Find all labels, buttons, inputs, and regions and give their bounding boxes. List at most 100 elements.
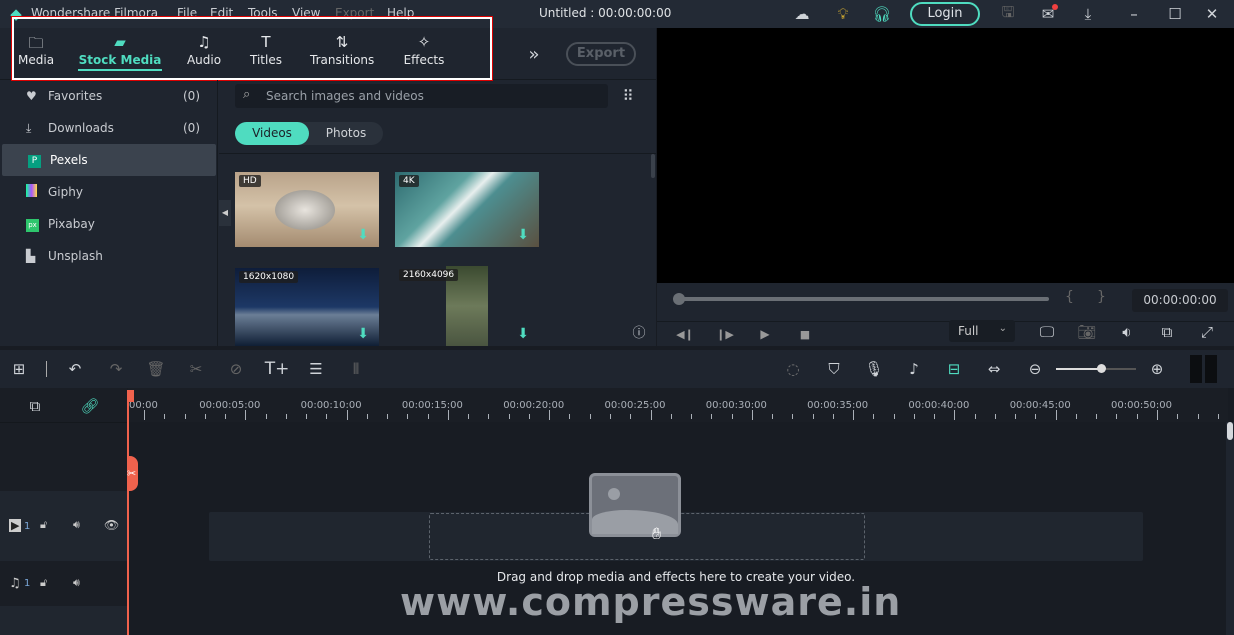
redo-icon[interactable]: ↷ — [106, 359, 126, 379]
ruler-tick — [569, 414, 571, 419]
stock-sidebar: ♥ Favorites (0) ⤓ Downloads (0) P Pexels Giph… — [0, 80, 218, 346]
favorites-count: (0) — [183, 89, 200, 103]
timeline-scrollbar[interactable] — [1226, 422, 1234, 635]
previous-frame-icon[interactable]: ◀❙ — [675, 323, 695, 345]
mute-icon[interactable]: 🔊︎ — [73, 518, 80, 532]
layout-icon[interactable]: ⊞ — [9, 359, 29, 379]
audio-mixer-icon[interactable]: ♪ — [904, 359, 924, 379]
quality-value: Full — [958, 324, 979, 338]
timecode-display: 00:00:00:00 — [1132, 289, 1228, 312]
tab-audio[interactable]: ♫ Audio — [184, 33, 224, 67]
login-button[interactable]: Login — [910, 2, 980, 26]
videos-toggle[interactable]: Videos — [235, 122, 309, 145]
panel-toggle-right[interactable] — [1205, 355, 1217, 383]
snapshot-camera-icon[interactable]: 📷︎ — [1077, 321, 1097, 343]
sidebar-item-label: Downloads — [48, 121, 114, 135]
sidebar-item-giphy[interactable]: Giphy — [0, 176, 216, 208]
headset-icon[interactable]: 🎧︎ — [872, 4, 892, 24]
stock-video-thumbnail[interactable]: HD ⬇ — [235, 172, 379, 247]
adjust-icon[interactable]: ☰ — [306, 359, 326, 379]
mail-icon[interactable]: ✉ — [1038, 4, 1058, 24]
add-track-icon[interactable]: ⧉ — [25, 396, 45, 416]
save-icon[interactable]: 🖫 — [998, 3, 1018, 24]
display-settings-icon[interactable]: 🖵 — [1037, 321, 1057, 343]
next-frame-icon[interactable]: ❙▶ — [715, 323, 735, 345]
tab-transitions[interactable]: ⇅ Transitions — [310, 33, 374, 67]
play-icon[interactable]: ▶ — [755, 323, 775, 345]
sidebar-item-favorites[interactable]: ♥ Favorites (0) — [0, 80, 216, 112]
sidebar-item-pixabay[interactable]: px Pixabay — [0, 208, 216, 240]
tab-stock-media[interactable]: ▰ Stock Media — [78, 33, 162, 71]
eye-icon[interactable]: 👁︎ — [104, 518, 119, 532]
tab-titles[interactable]: T Titles — [246, 33, 286, 67]
audio-waveform-icon[interactable]: ⦀ — [346, 359, 366, 379]
undo-icon[interactable]: ↶ — [65, 359, 85, 379]
delete-icon[interactable]: 🗑︎ — [146, 359, 166, 379]
search-input[interactable]: ⌕ Search images and videos — [235, 84, 608, 108]
minimize-icon[interactable]: – — [1124, 4, 1144, 24]
ruler-tick — [245, 410, 247, 420]
microphone-icon[interactable]: 🎙︎ — [864, 359, 884, 379]
render-preview-icon[interactable]: ◌ — [783, 359, 803, 379]
pip-layout-icon[interactable]: ⧉ — [1157, 321, 1177, 343]
playback-progress-slider[interactable] — [677, 297, 1049, 301]
marker-icon[interactable]: ⛉ — [824, 359, 844, 379]
timeline-ruler[interactable]: 00:00 00:00:05:00 00:00:10:00 00:00:15:00 00… — [128, 388, 1228, 422]
ruler-tick — [1015, 414, 1017, 419]
ruler-tick — [812, 414, 814, 419]
zoom-slider[interactable] — [1056, 368, 1136, 370]
fullscreen-icon[interactable]: ⤢ — [1197, 321, 1217, 343]
panel-toggle-left[interactable] — [1190, 355, 1202, 383]
download-arrow-icon[interactable]: ⬇ — [357, 326, 369, 342]
download-update-icon[interactable]: ⤓ — [1078, 4, 1098, 24]
sidebar-item-downloads[interactable]: ⤓ Downloads (0) — [0, 112, 216, 144]
more-tabs-icon[interactable]: » — [524, 42, 544, 66]
ruler-tick — [832, 414, 834, 419]
link-icon[interactable]: 🔗︎ — [80, 396, 100, 416]
zoom-out-icon[interactable]: ⊖ — [1025, 359, 1045, 379]
volume-icon[interactable]: 🔉︎ — [1117, 321, 1137, 343]
stock-video-thumbnail[interactable]: 1620x1080 ⬇ — [235, 268, 379, 346]
sidebar-item-pexels[interactable]: P Pexels — [2, 144, 216, 176]
lightbulb-icon[interactable]: 💡︎ — [833, 4, 853, 24]
stock-video-thumbnail[interactable]: 2160x4096 ⬇ — [395, 266, 539, 346]
download-arrow-icon[interactable]: ⬇ — [517, 326, 529, 342]
ruler-tick — [1096, 414, 1098, 419]
add-text-icon[interactable]: T+ — [265, 359, 290, 379]
snap-icon[interactable]: ⊟ — [943, 359, 965, 379]
grid-view-icon[interactable]: ⠿ — [618, 86, 638, 106]
mark-in-icon[interactable]: { — [1065, 289, 1074, 305]
tag-icon[interactable]: ⊘ — [226, 359, 246, 379]
unsplash-icon: ▙ — [26, 249, 36, 263]
download-arrow-icon[interactable]: ⬇ — [517, 227, 529, 243]
ruler-tick — [1035, 414, 1037, 419]
mark-out-icon[interactable]: } — [1097, 289, 1106, 305]
fit-timeline-icon[interactable]: ⇔ — [983, 359, 1005, 379]
collapse-sidebar-button[interactable]: ◀ — [219, 200, 231, 226]
ruler-tick — [630, 414, 632, 419]
maximize-icon[interactable]: ☐ — [1165, 4, 1185, 24]
playhead-handle[interactable] — [127, 390, 134, 402]
export-button[interactable]: Export — [566, 42, 636, 66]
ruler-tick — [609, 414, 611, 419]
tab-media[interactable]: 🗀 Media — [18, 33, 54, 67]
cut-icon[interactable]: ✂ — [186, 359, 206, 379]
zoom-slider-handle[interactable] — [1097, 364, 1106, 373]
playhead[interactable] — [127, 390, 129, 635]
stock-video-thumbnail[interactable]: 4K ⬇ — [395, 172, 539, 247]
sidebar-item-unsplash[interactable]: ▙ Unsplash — [0, 240, 216, 272]
quality-select[interactable]: Full ⌄ — [949, 320, 1015, 342]
download-arrow-icon[interactable]: ⬇ — [357, 227, 369, 243]
info-icon[interactable]: ⓘ — [630, 322, 648, 341]
tab-label: Media — [18, 53, 55, 67]
progress-handle[interactable] — [673, 293, 685, 305]
scrollbar[interactable] — [651, 154, 655, 178]
tab-effects[interactable]: ✧ Effects — [402, 33, 446, 67]
close-icon[interactable]: ✕ — [1202, 4, 1222, 24]
stop-icon[interactable]: ■ — [795, 323, 815, 345]
split-scissors-icon[interactable]: ✂ — [127, 456, 138, 491]
zoom-in-icon[interactable]: ⊕ — [1147, 359, 1167, 379]
lock-icon[interactable]: 🔓︎ — [40, 518, 47, 532]
photos-toggle[interactable]: Photos — [309, 122, 383, 145]
cloud-icon[interactable]: ☁ — [792, 4, 812, 24]
